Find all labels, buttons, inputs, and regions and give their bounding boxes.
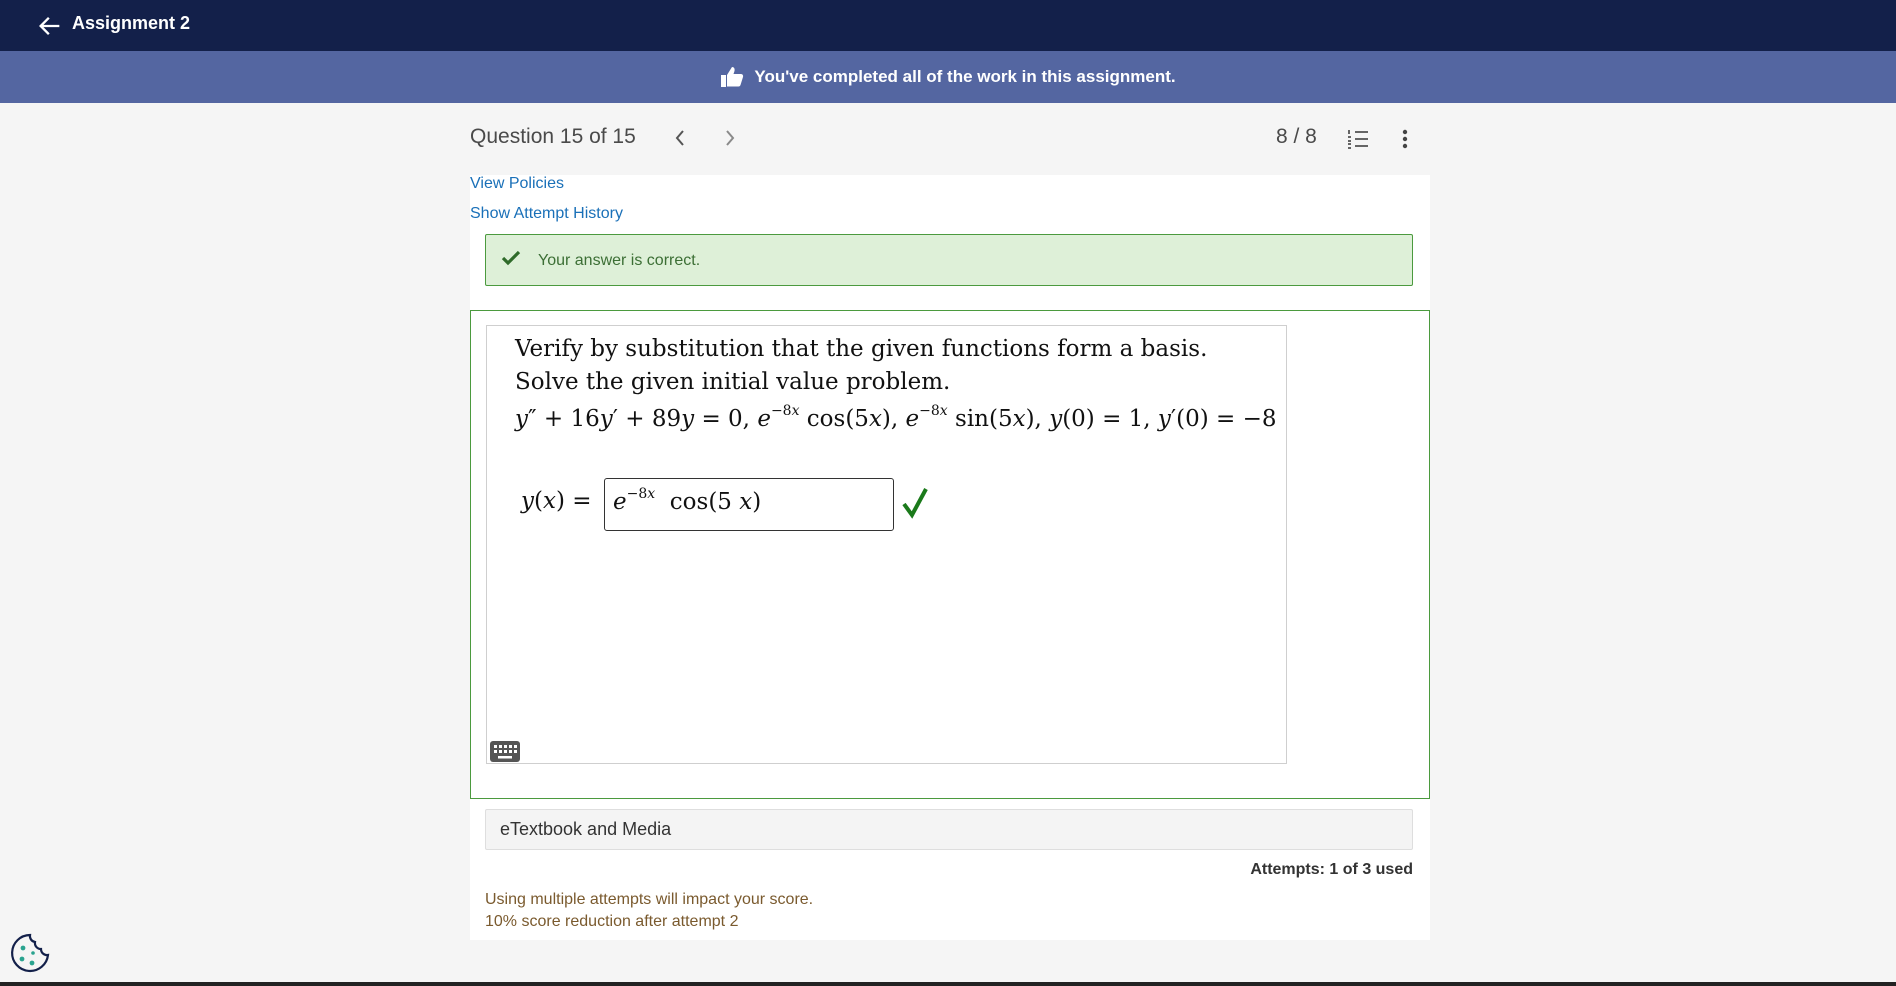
keyboard-icon[interactable]: [490, 741, 520, 762]
chevron-right-icon[interactable]: [718, 125, 742, 151]
correct-answer-alert: Your answer is correct.: [485, 234, 1413, 286]
question-header: Question 15 of 15 8 / 8: [0, 103, 1896, 175]
question-panel: View Policies Show Attempt History Your …: [470, 175, 1430, 940]
problem-area: Verify by substitution that the given fu…: [486, 325, 1287, 764]
score-reduction-note: 10% score reduction after attempt 2: [485, 913, 739, 930]
question-label: Question 15 of 15: [470, 125, 636, 148]
etextbook-media-button[interactable]: eTextbook and Media: [485, 809, 1413, 850]
thumbs-up-icon: [721, 67, 744, 87]
alert-text: Your answer is correct.: [538, 252, 701, 269]
bottom-border: [0, 982, 1896, 986]
completion-banner: You've completed all of the work in this…: [0, 51, 1896, 103]
answer-input[interactable]: e−8x cos(5 x): [604, 478, 894, 531]
score-display: 8 / 8: [1276, 125, 1317, 148]
correct-checkmark-icon: [902, 488, 928, 519]
cookie-settings-icon[interactable]: [9, 932, 51, 974]
attempts-note: Using multiple attempts will impact your…: [485, 891, 814, 908]
problem-text-line-2: Solve the given initial value problem.: [515, 369, 951, 395]
show-attempt-history-link[interactable]: Show Attempt History: [470, 205, 623, 223]
arrow-left-icon[interactable]: [36, 12, 64, 40]
completion-text: You've completed all of the work in this…: [754, 67, 1176, 86]
top-bar: Assignment 2: [0, 0, 1896, 51]
problem-text-line-1: Verify by substitution that the given fu…: [515, 336, 1208, 362]
problem-equation: y″ + 16y′ + 89y = 0, e−8x cos(5x), e−8x …: [515, 403, 1277, 432]
attempts-counter: Attempts: 1 of 3 used: [1250, 861, 1413, 878]
checkmark-icon: [501, 250, 521, 266]
more-vertical-icon[interactable]: [1395, 127, 1415, 151]
view-policies-link[interactable]: View Policies: [470, 175, 564, 193]
answer-label: y(x) =: [521, 488, 592, 514]
numbered-list-icon[interactable]: [1346, 127, 1370, 151]
chevron-left-icon[interactable]: [668, 125, 692, 151]
assignment-title: Assignment 2: [72, 13, 191, 33]
question-box: Verify by substitution that the given fu…: [470, 310, 1430, 799]
